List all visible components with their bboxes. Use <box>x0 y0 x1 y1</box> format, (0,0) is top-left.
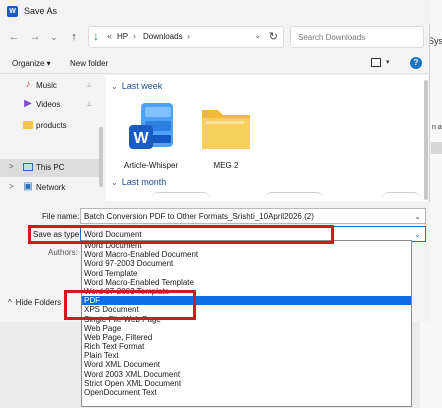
group-label: Last week <box>121 81 163 91</box>
dropdown-option[interactable]: Strict Open XML Document <box>82 379 411 388</box>
group-label: Last month <box>121 177 167 187</box>
nav-item-this-pc[interactable]: > This PC <box>0 159 100 177</box>
network-icon: ▣ <box>23 181 33 192</box>
group-header-last-week[interactable]: ⌄ Last week <box>111 81 162 91</box>
dropdown-option[interactable]: Web Page, Filtered <box>82 333 411 342</box>
file-list: ⌄ Last week W Article-Whisper MEG 2 ⌄ Last… <box>106 75 428 201</box>
dropdown-option[interactable]: Word XML Document <box>82 360 411 369</box>
nav-item-network[interactable]: > ▣ Network <box>0 179 100 197</box>
nav-item-label: Music <box>36 81 57 90</box>
background-fragment: n a <box>432 124 442 131</box>
caret-up-icon: ^ <box>8 298 12 307</box>
breadcrumb-separator: › <box>133 31 136 41</box>
file-name: MEG 2 <box>213 161 239 170</box>
file-list-scrollbar[interactable] <box>424 80 428 200</box>
dropdown-option[interactable]: Word Template <box>82 269 411 278</box>
dropdown-option[interactable]: Word 97-2003 Document <box>82 259 411 268</box>
pc-icon <box>23 163 33 171</box>
folder-icon <box>202 110 250 149</box>
dropdown-option[interactable]: Rich Text Format <box>82 342 411 351</box>
breadcrumb-downloads[interactable]: Downloads <box>143 32 183 41</box>
file-item-partial[interactable] <box>264 192 324 202</box>
expand-chevron-icon[interactable]: > <box>9 162 14 171</box>
window-title: Save As <box>24 6 58 16</box>
nav-item-videos[interactable]: ▶ Videos ⊥ <box>0 96 100 114</box>
file-item-meg-2[interactable]: MEG 2 <box>191 99 261 173</box>
breadcrumb-overflow[interactable]: « <box>107 31 112 41</box>
help-icon[interactable]: ? <box>410 57 422 69</box>
background-text: Sys <box>428 36 442 46</box>
file-name: Article-Whisper <box>123 161 179 170</box>
file-item-partial[interactable] <box>151 192 211 202</box>
nav-item-label: This PC <box>36 163 65 172</box>
nav-item-music[interactable]: ♪ Music ⊥ <box>0 77 100 95</box>
hide-folders-label: Hide Folders <box>15 298 62 307</box>
pin-icon: ⊥ <box>86 82 93 89</box>
authors-label: Authors: <box>48 248 78 257</box>
address-bar[interactable]: ↓ « HP › Downloads › ⌄ ↻ <box>88 26 284 48</box>
dropdown-option[interactable]: Word Macro-Enabled Document <box>82 250 411 259</box>
organize-button[interactable]: Organize ▾ <box>12 59 51 68</box>
address-history-chevron-icon[interactable]: ⌄ <box>254 31 261 40</box>
back-arrow-icon[interactable]: ← <box>6 29 22 45</box>
file-name-input[interactable]: Batch Conversion PDF to Other Formats_Sr… <box>80 208 426 224</box>
dropdown-option[interactable]: Web Page <box>82 324 411 333</box>
group-header-last-month[interactable]: ⌄ Last month <box>111 177 166 187</box>
nav-item-products[interactable]: products <box>0 117 100 135</box>
dropdown-option[interactable]: Word 2003 XML Document <box>82 370 411 379</box>
file-item-partial[interactable] <box>381 192 421 202</box>
word-app-icon: W <box>7 6 18 17</box>
download-icon: ↓ <box>93 29 99 43</box>
highlight-save-as-type <box>28 225 334 244</box>
expand-chevron-icon[interactable]: > <box>9 182 14 191</box>
folder-icon <box>23 121 33 129</box>
background-block <box>431 142 442 154</box>
up-arrow-icon[interactable]: ↑ <box>66 29 82 45</box>
breadcrumb-separator: › <box>187 31 190 41</box>
navigation-pane: ♪ Music ⊥ ▶ Videos ⊥ products > This PC … <box>0 75 104 201</box>
hide-folders-button[interactable]: ^ Hide Folders <box>8 298 61 307</box>
command-toolbar: Organize ▾ New folder ▾ ? <box>0 54 430 74</box>
breadcrumb-hp[interactable]: HP <box>117 32 128 41</box>
navigation-bar: ← → ⌄ ↑ ↓ « HP › Downloads › ⌄ ↻ Search … <box>0 24 430 50</box>
file-item-article-whisper[interactable]: W Article-Whisper <box>116 99 186 173</box>
search-placeholder: Search Downloads <box>298 33 366 42</box>
video-icon: ▶ <box>24 98 32 109</box>
new-folder-button[interactable]: New folder <box>70 59 108 68</box>
file-name-label: File name: <box>42 212 80 221</box>
svg-text:W: W <box>133 130 149 147</box>
collapse-chevron-icon: ⌄ <box>111 178 118 187</box>
word-document-icon: W <box>129 103 173 149</box>
pin-icon: ⊥ <box>86 101 93 108</box>
search-input[interactable]: Search Downloads <box>290 26 424 48</box>
highlight-pdf-option <box>64 290 196 320</box>
file-name-value: Batch Conversion PDF to Other Formats_Sr… <box>84 212 314 221</box>
save-as-type-dropdown: Word Document Word Macro-Enabled Documen… <box>81 240 412 407</box>
nav-item-label: Videos <box>36 100 61 109</box>
view-chevron-icon[interactable]: ▾ <box>386 58 390 66</box>
save-as-type-chevron-icon[interactable]: ⌄ <box>414 230 421 239</box>
nav-item-label: Network <box>36 183 66 192</box>
collapse-chevron-icon: ⌄ <box>111 82 118 91</box>
refresh-icon[interactable]: ↻ <box>269 30 278 43</box>
recent-locations-chevron-icon[interactable]: ⌄ <box>46 29 62 45</box>
file-name-chevron-icon[interactable]: ⌄ <box>414 212 421 221</box>
forward-arrow-icon[interactable]: → <box>27 29 43 45</box>
dropdown-option[interactable]: Plain Text <box>82 351 411 360</box>
title-bar: W Save As <box>0 0 430 24</box>
nav-scrollbar[interactable] <box>99 127 103 187</box>
music-icon: ♪ <box>25 79 31 90</box>
dropdown-option[interactable]: Word Macro-Enabled Template <box>82 278 411 287</box>
dropdown-option[interactable]: OpenDocument Text <box>82 388 411 397</box>
view-options-icon[interactable] <box>371 58 381 67</box>
nav-item-label: products <box>36 121 67 130</box>
